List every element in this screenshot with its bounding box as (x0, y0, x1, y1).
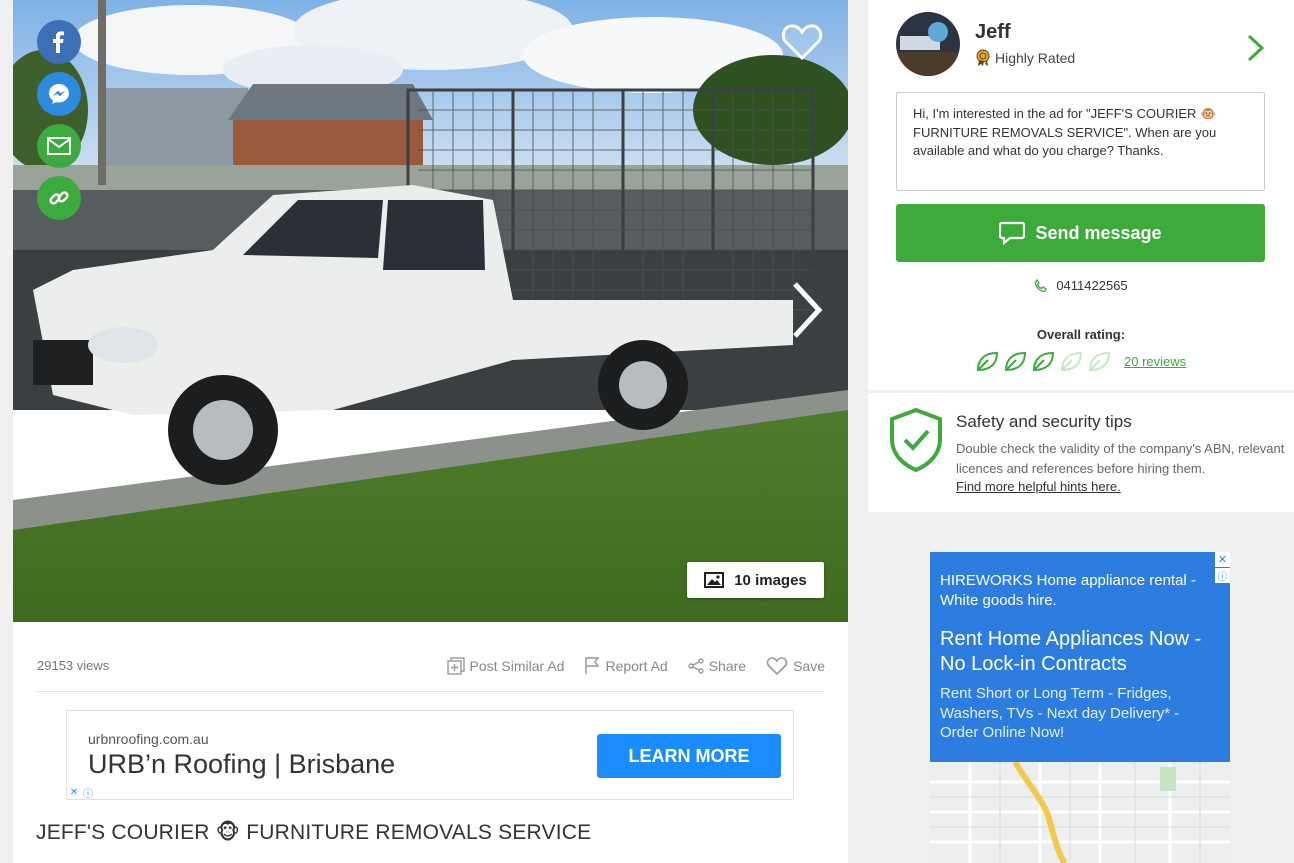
rating-row: 20 reviews (976, 351, 1186, 372)
leaf-filled-icon (976, 351, 999, 372)
image-icon (704, 572, 725, 588)
info-icon[interactable]: ⓘ (81, 785, 95, 800)
listing-main: 10 images 29153 views Post Similar Ad Re… (13, 0, 848, 863)
side-ad-headline[interactable]: HIREWORKS Home appliance rental - White … (940, 571, 1220, 610)
image-count-button[interactable]: 10 images (687, 562, 824, 598)
safety-tips-card: Safety and security tips Double check th… (868, 392, 1294, 512)
phone-number[interactable]: 0411422565 (868, 278, 1294, 293)
phone-label: 0411422565 (1056, 278, 1128, 293)
chat-bubble-icon (999, 221, 1026, 245)
post-similar-label: Post Similar Ad (469, 657, 565, 674)
adchoices[interactable]: ✕ ⓘ (67, 785, 95, 800)
leaf-empty-icon (1060, 351, 1083, 372)
badge-label: Highly Rated (995, 50, 1076, 66)
image-gallery[interactable]: 10 images (13, 0, 848, 622)
helpful-hints-link[interactable]: Find more helpful hints here. (956, 479, 1121, 494)
favourite-heart-icon[interactable] (781, 22, 823, 62)
ad-title[interactable]: URB’n Roofing | Brisbane (88, 749, 395, 780)
seller-contact-card: Jeff Highly Rated Hi, I'm interested in … (868, 0, 1294, 390)
side-advert[interactable]: ✕ ⓘ HIREWORKS Home appliance rental - Wh… (930, 552, 1230, 863)
share-icon (688, 657, 704, 674)
close-icon[interactable]: ✕ (1215, 552, 1230, 567)
share-buttons (37, 20, 81, 220)
share-label: Share (708, 657, 747, 674)
messenger-icon[interactable] (37, 72, 81, 116)
side-ad-body: Rent Short or Long Term - Fridges, Washe… (940, 685, 1180, 741)
avatar[interactable] (896, 12, 960, 76)
safety-title: Safety and security tips (956, 412, 1132, 431)
phone-icon (1035, 278, 1048, 292)
view-count: 29153 views (37, 658, 110, 673)
facebook-icon[interactable] (37, 20, 81, 64)
ad-domain: urbnroofing.com.au (88, 731, 209, 747)
heart-icon (766, 656, 788, 675)
leaf-empty-icon (1088, 351, 1111, 372)
link-icon[interactable] (37, 176, 81, 220)
learn-more-button[interactable]: LEARN MORE (597, 734, 781, 778)
flag-icon (585, 656, 600, 674)
post-similar-icon (446, 656, 465, 675)
image-count-label: 10 images (734, 571, 807, 589)
email-icon[interactable] (37, 124, 81, 168)
report-ad-button[interactable]: Report Ad (584, 656, 668, 675)
overall-rating-label: Overall rating: (1036, 327, 1126, 342)
close-icon[interactable]: ✕ (67, 785, 81, 799)
leaf-filled-icon (1004, 351, 1027, 372)
share-button[interactable]: Share (688, 658, 746, 674)
shield-check-icon (890, 407, 942, 473)
seller-name[interactable]: Jeff (975, 21, 1011, 44)
side-ad-title[interactable]: Rent Home Appliances Now - No Lock-in Co… (940, 627, 1225, 677)
post-similar-ad-button[interactable]: Post Similar Ad (446, 656, 565, 675)
save-label: Save (793, 657, 825, 674)
report-ad-label: Report Ad (605, 657, 668, 674)
listing-meta-row: 29153 views Post Similar Ad Report Ad Sh… (37, 640, 825, 692)
leaf-filled-icon (1032, 351, 1055, 372)
next-image-chevron-icon[interactable] (787, 280, 827, 340)
listing-photo[interactable] (13, 0, 848, 622)
listing-actions: Post Similar Ad Report Ad Share Save (446, 656, 825, 676)
safety-text: Double check the validity of the company… (956, 441, 1285, 476)
map-image (930, 762, 1230, 863)
rating-leaves (976, 351, 1111, 372)
reviews-link[interactable]: 20 reviews (1124, 354, 1186, 369)
message-textarea[interactable]: Hi, I'm interested in the ad for "JEFF'S… (896, 92, 1265, 191)
send-message-label: Send message (1035, 222, 1162, 243)
inline-advert[interactable]: urbnroofing.com.au URB’n Roofing | Brisb… (66, 710, 794, 800)
listing-title: JEFF'S COURIER 🐵 FURNITURE REMOVALS SERV… (36, 821, 592, 844)
award-icon (976, 49, 990, 66)
highly-rated-badge: Highly Rated (975, 49, 1075, 67)
save-button[interactable]: Save (766, 656, 825, 676)
send-message-button[interactable]: Send message (896, 204, 1265, 262)
chevron-right-icon[interactable] (1244, 32, 1268, 64)
